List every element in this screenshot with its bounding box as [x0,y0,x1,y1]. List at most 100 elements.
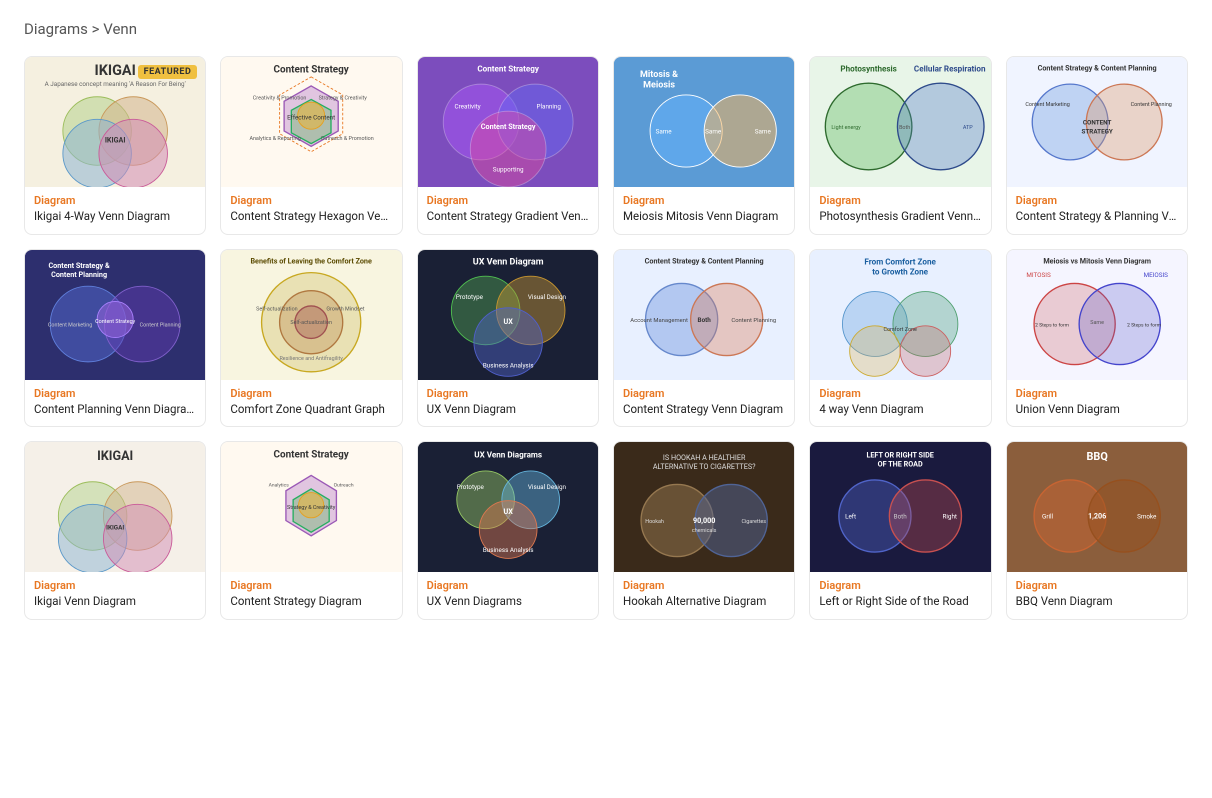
card-info-content-planning2: DiagramContent Planning Venn Diagram [25,380,205,427]
card-title-content-gradient: Content Strategy Gradient Venn... [427,209,589,225]
svg-text:Visual Design: Visual Design [528,483,567,491]
svg-text:IS HOOKAH A HEALTHIER: IS HOOKAH A HEALTHIER [663,453,746,462]
card-info-4way-venn: Diagram4 way Venn Diagram [810,380,990,427]
svg-text:2 Steps to form: 2 Steps to form [1127,321,1161,328]
card-title-row3-4: Hookah Alternative Diagram [623,594,785,610]
thumb-row3-5: LEFT OR RIGHT SIDE OF THE ROAD Left Righ… [810,442,990,572]
card-ux-venn[interactable]: UX Venn Diagram Prototype Visual Design … [417,249,599,428]
svg-text:Creativity & Promotion: Creativity & Promotion [253,95,307,101]
card-info-comfort-zone: Diagram Comfort Zone Quadrant Graph [221,380,401,427]
svg-text:Photosynthesis: Photosynthesis [841,64,898,74]
svg-text:1,206: 1,206 [1088,512,1106,521]
card-info-content-gradient: Diagram Content Strategy Gradient Venn... [418,187,598,234]
svg-text:LEFT OR RIGHT SIDE: LEFT OR RIGHT SIDE [867,450,934,459]
svg-text:90,000: 90,000 [693,516,715,525]
svg-text:Smoke: Smoke [1137,513,1157,521]
svg-text:Business Analysis: Business Analysis [483,546,534,554]
card-type-photosynthesis: Diagram [819,194,981,207]
svg-text:Content Strategy: Content Strategy [274,64,349,75]
svg-text:Content Planning: Content Planning [1130,102,1171,108]
card-type-4way-venn: Diagram [819,387,981,400]
svg-text:Business Analysis: Business Analysis [483,361,534,369]
card-content-planning-v[interactable]: Content Strategy & Content Planning Cont… [1006,56,1188,235]
card-type-content-gradient: Diagram [427,194,589,207]
thumb-meiosis: Mitosis & Meiosis Same Same Same [614,57,794,187]
svg-text:Left: Left [845,513,856,521]
card-4way-venn[interactable]: From Comfort Zone to Growth Zone Comfort… [809,249,991,428]
svg-text:Creativity: Creativity [454,102,480,110]
svg-text:Same: Same [656,128,673,136]
svg-text:Growth Mindset: Growth Mindset [327,306,365,312]
thumb-content-strategy-hex: Content Strategy Effective Content Creat… [221,57,401,187]
svg-text:OF THE ROAD: OF THE ROAD [878,459,923,468]
card-info-union-venn: DiagramUnion Venn Diagram [1007,380,1187,427]
card-type-row3-6: Diagram [1016,579,1178,592]
card-title-row3-6: BBQ Venn Diagram [1016,594,1178,610]
card-row3-1[interactable]: IKIGAI IKIGAI DiagramIkigai Venn Diagram [24,441,206,620]
svg-text:IKIGAI: IKIGAI [97,449,133,464]
svg-text:Planning: Planning [536,102,561,110]
svg-text:chemicals: chemicals [692,528,717,534]
card-content-planning2[interactable]: Content Strategy & Content Planning Cont… [24,249,206,428]
svg-text:MITOSIS: MITOSIS [1026,271,1051,279]
card-union-venn[interactable]: Meiosis vs Mitosis Venn Diagram MITOSIS … [1006,249,1188,428]
svg-text:Cellular Respiration: Cellular Respiration [914,64,986,74]
svg-text:Meiosis vs Mitosis Venn Diagra: Meiosis vs Mitosis Venn Diagram [1043,256,1151,265]
svg-text:Self-actualization: Self-actualization [256,305,298,312]
card-photosynthesis[interactable]: Photosynthesis Cellular Respiration Ligh… [809,56,991,235]
svg-text:MEIOSIS: MEIOSIS [1143,271,1168,279]
card-comfort-zone[interactable]: Benefits of Leaving the Comfort Zone Sel… [220,249,402,428]
card-title-row3-2: Content Strategy Diagram [230,594,392,610]
card-type-content-planning-v: Diagram [1016,194,1178,207]
card-title-content-venn: Content Strategy Venn Diagram [623,402,785,418]
svg-text:Comfort Zone: Comfort Zone [884,326,918,333]
card-title-comfort-zone: Comfort Zone Quadrant Graph [230,402,392,418]
svg-text:IKIGAI: IKIGAI [105,136,126,145]
svg-text:BBQ: BBQ [1086,450,1107,463]
card-content-strategy-hex[interactable]: Content Strategy Effective Content Creat… [220,56,402,235]
svg-text:Cigarettes: Cigarettes [741,519,766,525]
card-type-row3-4: Diagram [623,579,785,592]
card-row3-4[interactable]: IS HOOKAH A HEALTHIER ALTERNATIVE TO CIG… [613,441,795,620]
svg-text:UX: UX [503,507,513,516]
breadcrumb: Diagrams > Venn [24,20,1188,38]
svg-text:Benefits of Leaving the Comfor: Benefits of Leaving the Comfort Zone [251,256,373,265]
svg-text:CONTENT: CONTENT [1083,119,1112,127]
card-ikigai[interactable]: IKIGAI A Japanese concept meaning 'A Rea… [24,56,206,235]
card-title-ikigai: Ikigai 4-Way Venn Diagram [34,209,196,225]
card-info-ux-venn: DiagramUX Venn Diagram [418,380,598,427]
card-row3-5[interactable]: LEFT OR RIGHT SIDE OF THE ROAD Left Righ… [809,441,991,620]
svg-text:Content Strategy &: Content Strategy & [48,261,110,270]
svg-text:Content Planning: Content Planning [140,322,181,328]
card-type-meiosis: Diagram [623,194,785,207]
svg-text:Analytics: Analytics [269,482,290,488]
thumb-photosynthesis: Photosynthesis Cellular Respiration Ligh… [810,57,990,187]
svg-text:Both: Both [698,316,712,324]
breadcrumb-parent[interactable]: Diagrams [24,20,88,38]
svg-text:to Growth Zone: to Growth Zone [873,266,929,276]
card-type-comfort-zone: Diagram [230,387,392,400]
svg-text:Mitosis &: Mitosis & [640,70,678,80]
card-info-row3-3: DiagramUX Venn Diagrams [418,572,598,619]
card-type-content-strategy-hex: Diagram [230,194,392,207]
card-content-gradient[interactable]: Content Strategy Creativity Planning Sup… [417,56,599,235]
thumb-row3-3: UX Venn Diagrams Prototype Visual Design… [418,442,598,572]
svg-text:IKIGAI: IKIGAI [95,62,136,79]
svg-text:ATP: ATP [963,125,973,131]
card-row3-6[interactable]: BBQ Grill Smoke 1,206 Diagram BBQ Venn Di… [1006,441,1188,620]
card-content-venn[interactable]: Content Strategy & Content Planning Acco… [613,249,795,428]
svg-text:Both: Both [894,513,908,521]
svg-text:Content Strategy & Content Pla: Content Strategy & Content Planning [1037,64,1156,73]
svg-text:Strategy & Creativity: Strategy & Creativity [319,95,368,101]
thumb-ikigai: IKIGAI A Japanese concept meaning 'A Rea… [25,57,205,187]
card-info-row3-1: DiagramIkigai Venn Diagram [25,572,205,619]
card-meiosis[interactable]: Mitosis & Meiosis Same Same Same Diagram… [613,56,795,235]
card-type-content-venn: Diagram [623,387,785,400]
card-info-row3-2: DiagramContent Strategy Diagram [221,572,401,619]
thumb-row3-2: Content Strategy Strategy & Creativity A… [221,442,401,572]
svg-text:2 Steps to form: 2 Steps to form [1035,321,1069,328]
card-row3-3[interactable]: UX Venn Diagrams Prototype Visual Design… [417,441,599,620]
card-row3-2[interactable]: Content Strategy Strategy & Creativity A… [220,441,402,620]
svg-text:Grill: Grill [1042,513,1053,521]
card-title-meiosis: Meiosis Mitosis Venn Diagram [623,209,785,225]
